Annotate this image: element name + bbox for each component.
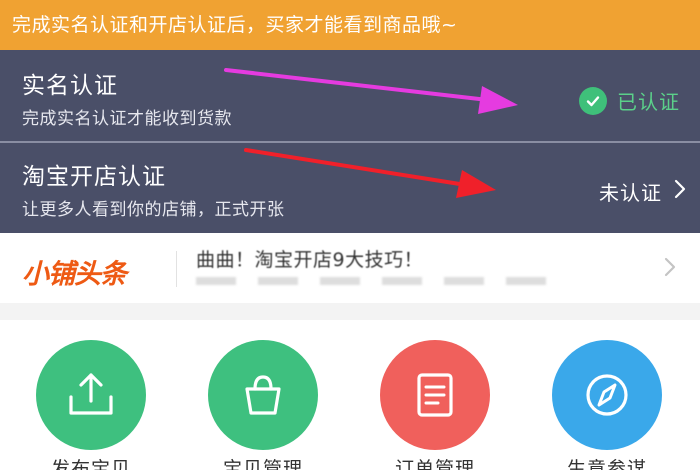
business-advisor-label: 生意参谋 xyxy=(566,458,647,470)
shop-headline-logo: 小铺头条 xyxy=(22,259,127,290)
verified-status-label: 已认证 xyxy=(617,90,680,114)
real-name-title: 实名认证 xyxy=(22,73,118,99)
unverified-status[interactable]: 未认证 xyxy=(599,177,686,206)
order-management-label: 订单管理 xyxy=(394,458,475,470)
business-advisor-circle xyxy=(552,340,662,450)
headline-secondary-line xyxy=(196,277,556,285)
verified-status: 已认证 xyxy=(579,86,680,115)
upload-icon xyxy=(69,373,113,415)
shop-headline-bar[interactable]: 小铺头条 曲曲！淘宝开店9大技巧！ xyxy=(0,233,700,303)
business-advisor-button[interactable]: 生意参谋 xyxy=(524,330,694,470)
unverified-status-label: 未认证 xyxy=(599,181,662,205)
shop-verification-title: 淘宝开店认证 xyxy=(22,164,166,190)
chevron-right-icon xyxy=(664,257,676,281)
action-grid: 发布宝贝 宝贝管理 订单管理 生意参谋 xyxy=(0,320,700,470)
check-circle-icon xyxy=(579,86,607,115)
real-name-subtitle: 完成实名认证才能收到货款 xyxy=(22,109,232,129)
headline-text: 曲曲！淘宝开店9大技巧！ xyxy=(196,249,424,271)
shop-verification-subtitle: 让更多人看到你的店铺，正式开张 xyxy=(22,200,285,220)
compass-icon xyxy=(586,374,628,416)
headline-divider xyxy=(176,251,177,287)
item-management-label: 宝贝管理 xyxy=(222,458,303,470)
item-management-circle xyxy=(208,340,318,450)
shop-verification-row[interactable]: 淘宝开店认证 让更多人看到你的店铺，正式开张 未认证 xyxy=(0,143,700,233)
chevron-right-icon xyxy=(674,179,686,204)
publish-item-label: 发布宝贝 xyxy=(50,458,131,470)
notice-banner: 完成实名认证和开店认证后，买家才能看到商品哦~ xyxy=(0,0,700,50)
shopping-bag-icon xyxy=(245,375,281,415)
item-management-button[interactable]: 宝贝管理 xyxy=(180,330,350,470)
order-management-button[interactable]: 订单管理 xyxy=(352,330,522,470)
order-management-circle xyxy=(380,340,490,450)
order-list-icon xyxy=(417,373,453,417)
shop-verification-screen: 完成实名认证和开店认证后，买家才能看到商品哦~ 实名认证 完成实名认证才能收到货… xyxy=(0,0,700,470)
publish-circle xyxy=(36,340,146,450)
real-name-verification-row[interactable]: 实名认证 完成实名认证才能收到货款 已认证 xyxy=(0,50,700,141)
publish-item-button[interactable]: 发布宝贝 xyxy=(8,330,178,470)
